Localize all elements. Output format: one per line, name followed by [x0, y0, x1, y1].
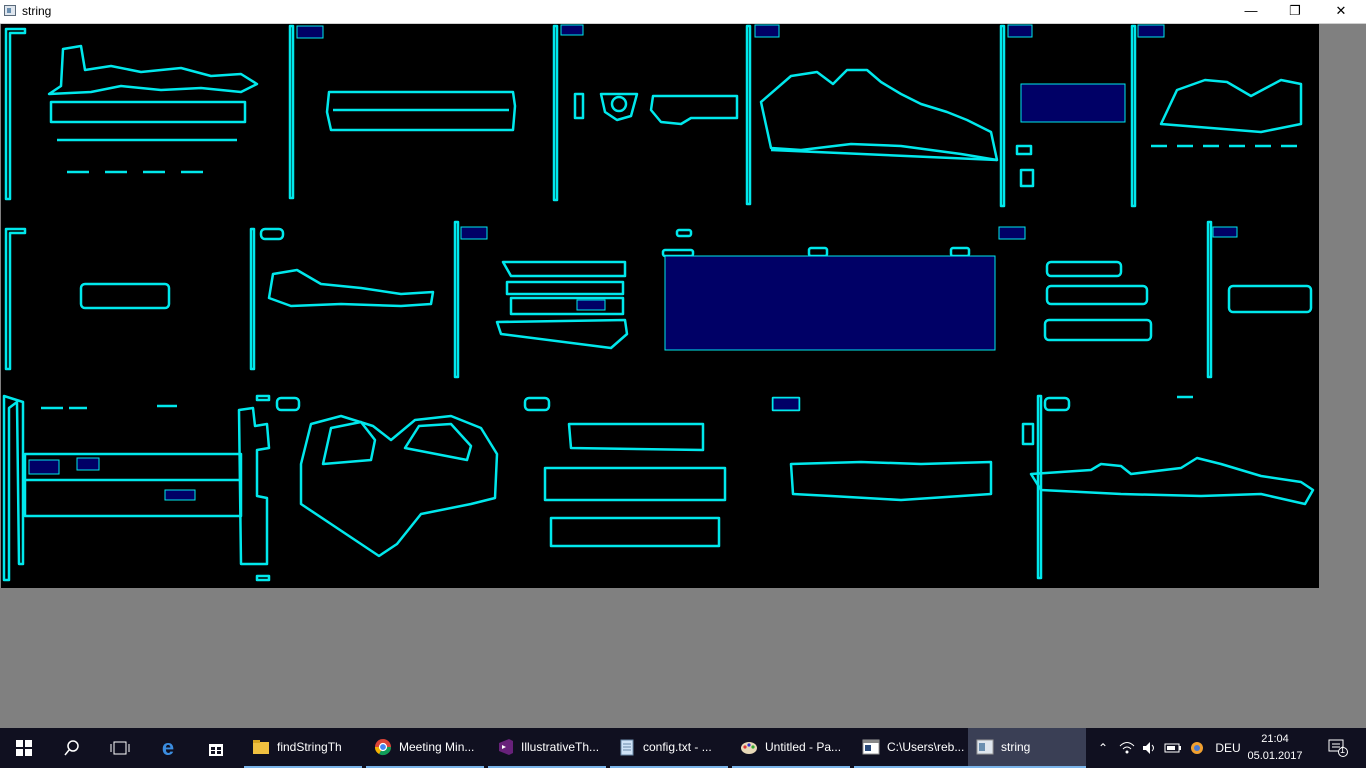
clock-time: 21:04 — [1261, 733, 1289, 745]
network-tray-button[interactable] — [1116, 728, 1138, 768]
taskbar-app-label: findStringTh — [277, 740, 342, 754]
search-icon — [64, 740, 79, 756]
edge-icon: e — [161, 735, 175, 760]
show-hidden-icons-button[interactable]: ⌃ — [1092, 728, 1114, 768]
app-window-icon — [4, 5, 16, 16]
taskbar-app-label: IllustrativeTh... — [521, 740, 600, 754]
marker-box — [772, 397, 800, 411]
marker-box — [576, 299, 606, 311]
contour-heart-shape — [299, 414, 499, 558]
marker-box — [460, 226, 488, 240]
notepad-icon — [618, 738, 636, 756]
wifi-icon — [1119, 742, 1135, 754]
contour-text-block — [267, 268, 435, 308]
volume-tray-button[interactable] — [1139, 728, 1161, 768]
visual-studio-icon — [496, 738, 514, 756]
chrome-icon — [374, 738, 392, 756]
clock[interactable]: 21:04 05.01.2017 — [1240, 731, 1310, 765]
contour-bracket — [237, 406, 271, 566]
contour-text-block — [79, 282, 171, 310]
task-view-button[interactable] — [96, 728, 144, 768]
contour-text-block — [1159, 78, 1303, 134]
edge-button[interactable]: e — [144, 728, 192, 768]
marker-box — [28, 459, 60, 475]
marker-box — [1212, 226, 1238, 238]
taskbar-app-console[interactable]: C:\Users\reb... — [854, 728, 972, 768]
contour-text-block — [567, 422, 705, 452]
contour-text-line — [49, 100, 247, 124]
start-button[interactable] — [0, 728, 48, 768]
taskbar-app-findstring[interactable]: findStringTh — [244, 728, 362, 768]
window-titlebar[interactable]: string — ❐ ✕ — [0, 0, 1366, 24]
contour-bar — [552, 24, 559, 202]
taskbar-app-string[interactable]: string — [968, 728, 1086, 768]
contour-text-block — [1227, 284, 1313, 314]
taskbar-app-visual-studio[interactable]: IllustrativeTh... — [488, 728, 606, 768]
close-button[interactable]: ✕ — [1318, 0, 1364, 23]
store-button[interactable] — [192, 728, 240, 768]
contour-bar — [288, 24, 295, 200]
app-window-icon — [976, 738, 994, 756]
paint-icon — [740, 738, 758, 756]
marker-box — [76, 457, 100, 471]
contour-bar — [999, 24, 1006, 208]
contour-text-block — [759, 68, 999, 162]
battery-icon — [1164, 743, 1181, 753]
taskbar-app-label: Untitled - Pa... — [765, 740, 842, 754]
taskbar-app-notepad[interactable]: config.txt - ... — [610, 728, 728, 768]
clock-date: 05.01.2017 — [1247, 750, 1303, 762]
window-title: string — [22, 4, 52, 18]
notification-count: 1 — [1340, 745, 1346, 755]
marker-box — [560, 24, 584, 36]
search-button[interactable] — [48, 728, 96, 768]
contour-text-block — [47, 44, 259, 96]
image-canvas — [1, 24, 1319, 588]
contour-text-block — [495, 318, 629, 350]
taskbar-app-label: Meeting Min... — [399, 740, 475, 754]
taskbar-app-label: string — [1001, 740, 1031, 754]
minimize-button[interactable]: — — [1228, 0, 1274, 23]
taskbar-app-chrome[interactable]: Meeting Min... — [366, 728, 484, 768]
taskbar: e findStringTh Meeting Min... Illustrati… — [0, 728, 1366, 768]
marker-box — [164, 489, 196, 501]
contour-text-block — [1029, 456, 1315, 506]
task-view-icon — [110, 741, 130, 755]
colorful-app-icon — [1191, 742, 1203, 754]
store-icon — [209, 744, 223, 756]
contour-bar — [1130, 24, 1137, 208]
action-center-button[interactable]: 1 — [1318, 728, 1358, 768]
taskbar-app-label: config.txt - ... — [643, 740, 712, 754]
restore-button[interactable]: ❐ — [1272, 0, 1318, 23]
marker-box — [754, 24, 780, 38]
taskbar-app-paint[interactable]: Untitled - Pa... — [732, 728, 850, 768]
contour-bar — [745, 24, 752, 206]
contour-bracket — [2, 394, 25, 582]
console-icon — [862, 738, 880, 756]
chevron-up-icon: ⌃ — [1097, 741, 1109, 755]
marker-box — [1137, 24, 1165, 38]
app-tray-button[interactable] — [1186, 728, 1208, 768]
detected-region-box — [1020, 83, 1126, 123]
marker-box — [1007, 24, 1033, 38]
volume-icon — [1143, 742, 1154, 754]
contour-text-block — [1045, 260, 1123, 278]
detected-region-box — [664, 255, 996, 351]
battery-tray-button[interactable] — [1162, 728, 1184, 768]
folder-icon — [252, 738, 270, 756]
windows-logo-icon — [16, 740, 32, 756]
taskbar-app-label: C:\Users\reb... — [887, 740, 965, 754]
marker-box — [998, 226, 1026, 240]
contour-bracket — [4, 27, 27, 201]
contour-image — [2, 24, 1315, 582]
marker-box — [296, 25, 324, 39]
contour-text-block — [789, 460, 993, 502]
